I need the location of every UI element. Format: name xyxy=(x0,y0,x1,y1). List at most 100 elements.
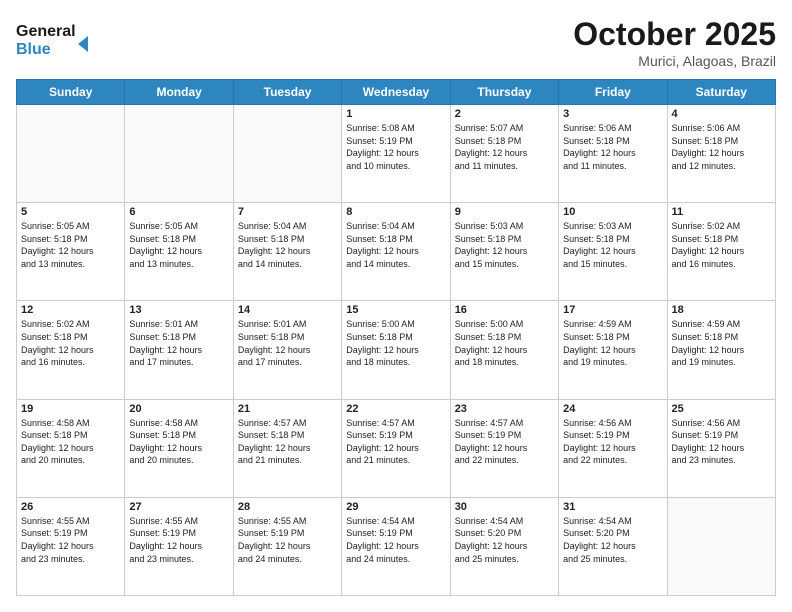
calendar-cell: 25 Sunrise: 4:56 AM Sunset: 5:19 PM Dayli… xyxy=(667,399,775,497)
day-number: 21 xyxy=(238,403,337,415)
calendar-cell: 7 Sunrise: 5:04 AM Sunset: 5:18 PM Daylig… xyxy=(233,203,341,301)
calendar-cell: 28 Sunrise: 4:55 AM Sunset: 5:19 PM Dayli… xyxy=(233,497,341,595)
calendar-cell: 15 Sunrise: 5:00 AM Sunset: 5:18 PM Dayli… xyxy=(342,301,450,399)
calendar-cell: 24 Sunrise: 4:56 AM Sunset: 5:19 PM Dayli… xyxy=(559,399,667,497)
svg-text:General: General xyxy=(16,23,76,40)
calendar-cell: 6 Sunrise: 5:05 AM Sunset: 5:18 PM Daylig… xyxy=(125,203,233,301)
day-number: 18 xyxy=(672,304,771,316)
day-info: Sunrise: 5:00 AM Sunset: 5:18 PM Dayligh… xyxy=(346,318,445,368)
day-info: Sunrise: 5:03 AM Sunset: 5:18 PM Dayligh… xyxy=(563,220,662,270)
day-info: Sunrise: 5:04 AM Sunset: 5:18 PM Dayligh… xyxy=(346,220,445,270)
calendar-cell: 10 Sunrise: 5:03 AM Sunset: 5:18 PM Dayli… xyxy=(559,203,667,301)
day-number: 7 xyxy=(238,206,337,218)
weekday-header-sunday: Sunday xyxy=(17,80,125,105)
day-info: Sunrise: 5:05 AM Sunset: 5:18 PM Dayligh… xyxy=(21,220,120,270)
day-info: Sunrise: 4:56 AM Sunset: 5:19 PM Dayligh… xyxy=(563,417,662,467)
day-number: 31 xyxy=(563,501,662,513)
calendar-cell: 3 Sunrise: 5:06 AM Sunset: 5:18 PM Daylig… xyxy=(559,105,667,203)
day-number: 14 xyxy=(238,304,337,316)
day-info: Sunrise: 4:57 AM Sunset: 5:18 PM Dayligh… xyxy=(238,417,337,467)
day-info: Sunrise: 5:08 AM Sunset: 5:19 PM Dayligh… xyxy=(346,122,445,172)
calendar-cell: 22 Sunrise: 4:57 AM Sunset: 5:19 PM Dayli… xyxy=(342,399,450,497)
calendar-cell: 8 Sunrise: 5:04 AM Sunset: 5:18 PM Daylig… xyxy=(342,203,450,301)
day-number: 8 xyxy=(346,206,445,218)
day-number: 23 xyxy=(455,403,554,415)
day-number: 2 xyxy=(455,108,554,120)
day-number: 17 xyxy=(563,304,662,316)
day-number: 6 xyxy=(129,206,228,218)
location: Murici, Alagoas, Brazil xyxy=(573,53,776,69)
day-number: 11 xyxy=(672,206,771,218)
day-number: 16 xyxy=(455,304,554,316)
title-block: October 2025 Murici, Alagoas, Brazil xyxy=(573,16,776,69)
weekday-header-wednesday: Wednesday xyxy=(342,80,450,105)
day-number: 26 xyxy=(21,501,120,513)
calendar-cell: 19 Sunrise: 4:58 AM Sunset: 5:18 PM Dayli… xyxy=(17,399,125,497)
calendar-cell xyxy=(125,105,233,203)
day-info: Sunrise: 5:01 AM Sunset: 5:18 PM Dayligh… xyxy=(129,318,228,368)
calendar-cell: 1Sunrise: 5:08 AM Sunset: 5:19 PM Daylig… xyxy=(342,105,450,203)
day-info: Sunrise: 5:06 AM Sunset: 5:18 PM Dayligh… xyxy=(563,122,662,172)
day-number: 22 xyxy=(346,403,445,415)
calendar-cell: 23 Sunrise: 4:57 AM Sunset: 5:19 PM Dayli… xyxy=(450,399,558,497)
day-number: 9 xyxy=(455,206,554,218)
calendar-cell: 29Sunrise: 4:54 AM Sunset: 5:19 PM Dayli… xyxy=(342,497,450,595)
month-title: October 2025 xyxy=(573,16,776,53)
day-info: Sunrise: 4:54 AM Sunset: 5:20 PM Dayligh… xyxy=(563,515,662,565)
calendar-cell xyxy=(233,105,341,203)
day-number: 29 xyxy=(346,501,445,513)
day-info: Sunrise: 4:57 AM Sunset: 5:19 PM Dayligh… xyxy=(455,417,554,467)
weekday-header-tuesday: Tuesday xyxy=(233,80,341,105)
day-info: Sunrise: 5:02 AM Sunset: 5:18 PM Dayligh… xyxy=(21,318,120,368)
calendar-cell: 31 Sunrise: 4:54 AM Sunset: 5:20 PM Dayli… xyxy=(559,497,667,595)
day-info: Sunrise: 5:01 AM Sunset: 5:18 PM Dayligh… xyxy=(238,318,337,368)
day-number: 25 xyxy=(672,403,771,415)
calendar-cell: 4Sunrise: 5:06 AM Sunset: 5:18 PM Daylig… xyxy=(667,105,775,203)
calendar-cell: 9 Sunrise: 5:03 AM Sunset: 5:18 PM Daylig… xyxy=(450,203,558,301)
calendar-cell xyxy=(667,497,775,595)
day-number: 15 xyxy=(346,304,445,316)
day-number: 12 xyxy=(21,304,120,316)
day-number: 5 xyxy=(21,206,120,218)
day-info: Sunrise: 4:59 AM Sunset: 5:18 PM Dayligh… xyxy=(672,318,771,368)
day-info: Sunrise: 4:56 AM Sunset: 5:19 PM Dayligh… xyxy=(672,417,771,467)
day-info: Sunrise: 5:04 AM Sunset: 5:18 PM Dayligh… xyxy=(238,220,337,270)
day-info: Sunrise: 4:58 AM Sunset: 5:18 PM Dayligh… xyxy=(21,417,120,467)
calendar-cell: 30Sunrise: 4:54 AM Sunset: 5:20 PM Dayli… xyxy=(450,497,558,595)
calendar-cell: 21 Sunrise: 4:57 AM Sunset: 5:18 PM Dayli… xyxy=(233,399,341,497)
day-info: Sunrise: 4:55 AM Sunset: 5:19 PM Dayligh… xyxy=(21,515,120,565)
day-number: 10 xyxy=(563,206,662,218)
day-info: Sunrise: 5:05 AM Sunset: 5:18 PM Dayligh… xyxy=(129,220,228,270)
calendar-cell: 18 Sunrise: 4:59 AM Sunset: 5:18 PM Dayli… xyxy=(667,301,775,399)
day-info: Sunrise: 4:55 AM Sunset: 5:19 PM Dayligh… xyxy=(238,515,337,565)
day-info: Sunrise: 4:59 AM Sunset: 5:18 PM Dayligh… xyxy=(563,318,662,368)
weekday-header-monday: Monday xyxy=(125,80,233,105)
header: General Blue October 2025 Murici, Alagoa… xyxy=(16,16,776,69)
day-info: Sunrise: 4:58 AM Sunset: 5:18 PM Dayligh… xyxy=(129,417,228,467)
page: General Blue October 2025 Murici, Alagoa… xyxy=(0,0,792,612)
weekday-header-saturday: Saturday xyxy=(667,80,775,105)
day-number: 24 xyxy=(563,403,662,415)
calendar-cell: 17 Sunrise: 4:59 AM Sunset: 5:18 PM Dayli… xyxy=(559,301,667,399)
day-number: 13 xyxy=(129,304,228,316)
day-number: 20 xyxy=(129,403,228,415)
day-number: 27 xyxy=(129,501,228,513)
calendar-cell: 11Sunrise: 5:02 AM Sunset: 5:18 PM Dayli… xyxy=(667,203,775,301)
day-info: Sunrise: 5:03 AM Sunset: 5:18 PM Dayligh… xyxy=(455,220,554,270)
svg-text:Blue: Blue xyxy=(16,41,51,58)
calendar-cell: 16 Sunrise: 5:00 AM Sunset: 5:18 PM Dayli… xyxy=(450,301,558,399)
day-number: 19 xyxy=(21,403,120,415)
weekday-header-thursday: Thursday xyxy=(450,80,558,105)
day-number: 3 xyxy=(563,108,662,120)
calendar-cell: 26 Sunrise: 4:55 AM Sunset: 5:19 PM Dayli… xyxy=(17,497,125,595)
day-info: Sunrise: 5:00 AM Sunset: 5:18 PM Dayligh… xyxy=(455,318,554,368)
logo: General Blue xyxy=(16,16,96,65)
day-info: Sunrise: 5:06 AM Sunset: 5:18 PM Dayligh… xyxy=(672,122,771,172)
calendar-cell: 27Sunrise: 4:55 AM Sunset: 5:19 PM Dayli… xyxy=(125,497,233,595)
calendar-table: SundayMondayTuesdayWednesdayThursdayFrid… xyxy=(16,79,776,596)
day-number: 28 xyxy=(238,501,337,513)
calendar-cell: 2Sunrise: 5:07 AM Sunset: 5:18 PM Daylig… xyxy=(450,105,558,203)
calendar-cell: 14 Sunrise: 5:01 AM Sunset: 5:18 PM Dayli… xyxy=(233,301,341,399)
calendar-cell: 13 Sunrise: 5:01 AM Sunset: 5:18 PM Dayli… xyxy=(125,301,233,399)
day-info: Sunrise: 4:57 AM Sunset: 5:19 PM Dayligh… xyxy=(346,417,445,467)
